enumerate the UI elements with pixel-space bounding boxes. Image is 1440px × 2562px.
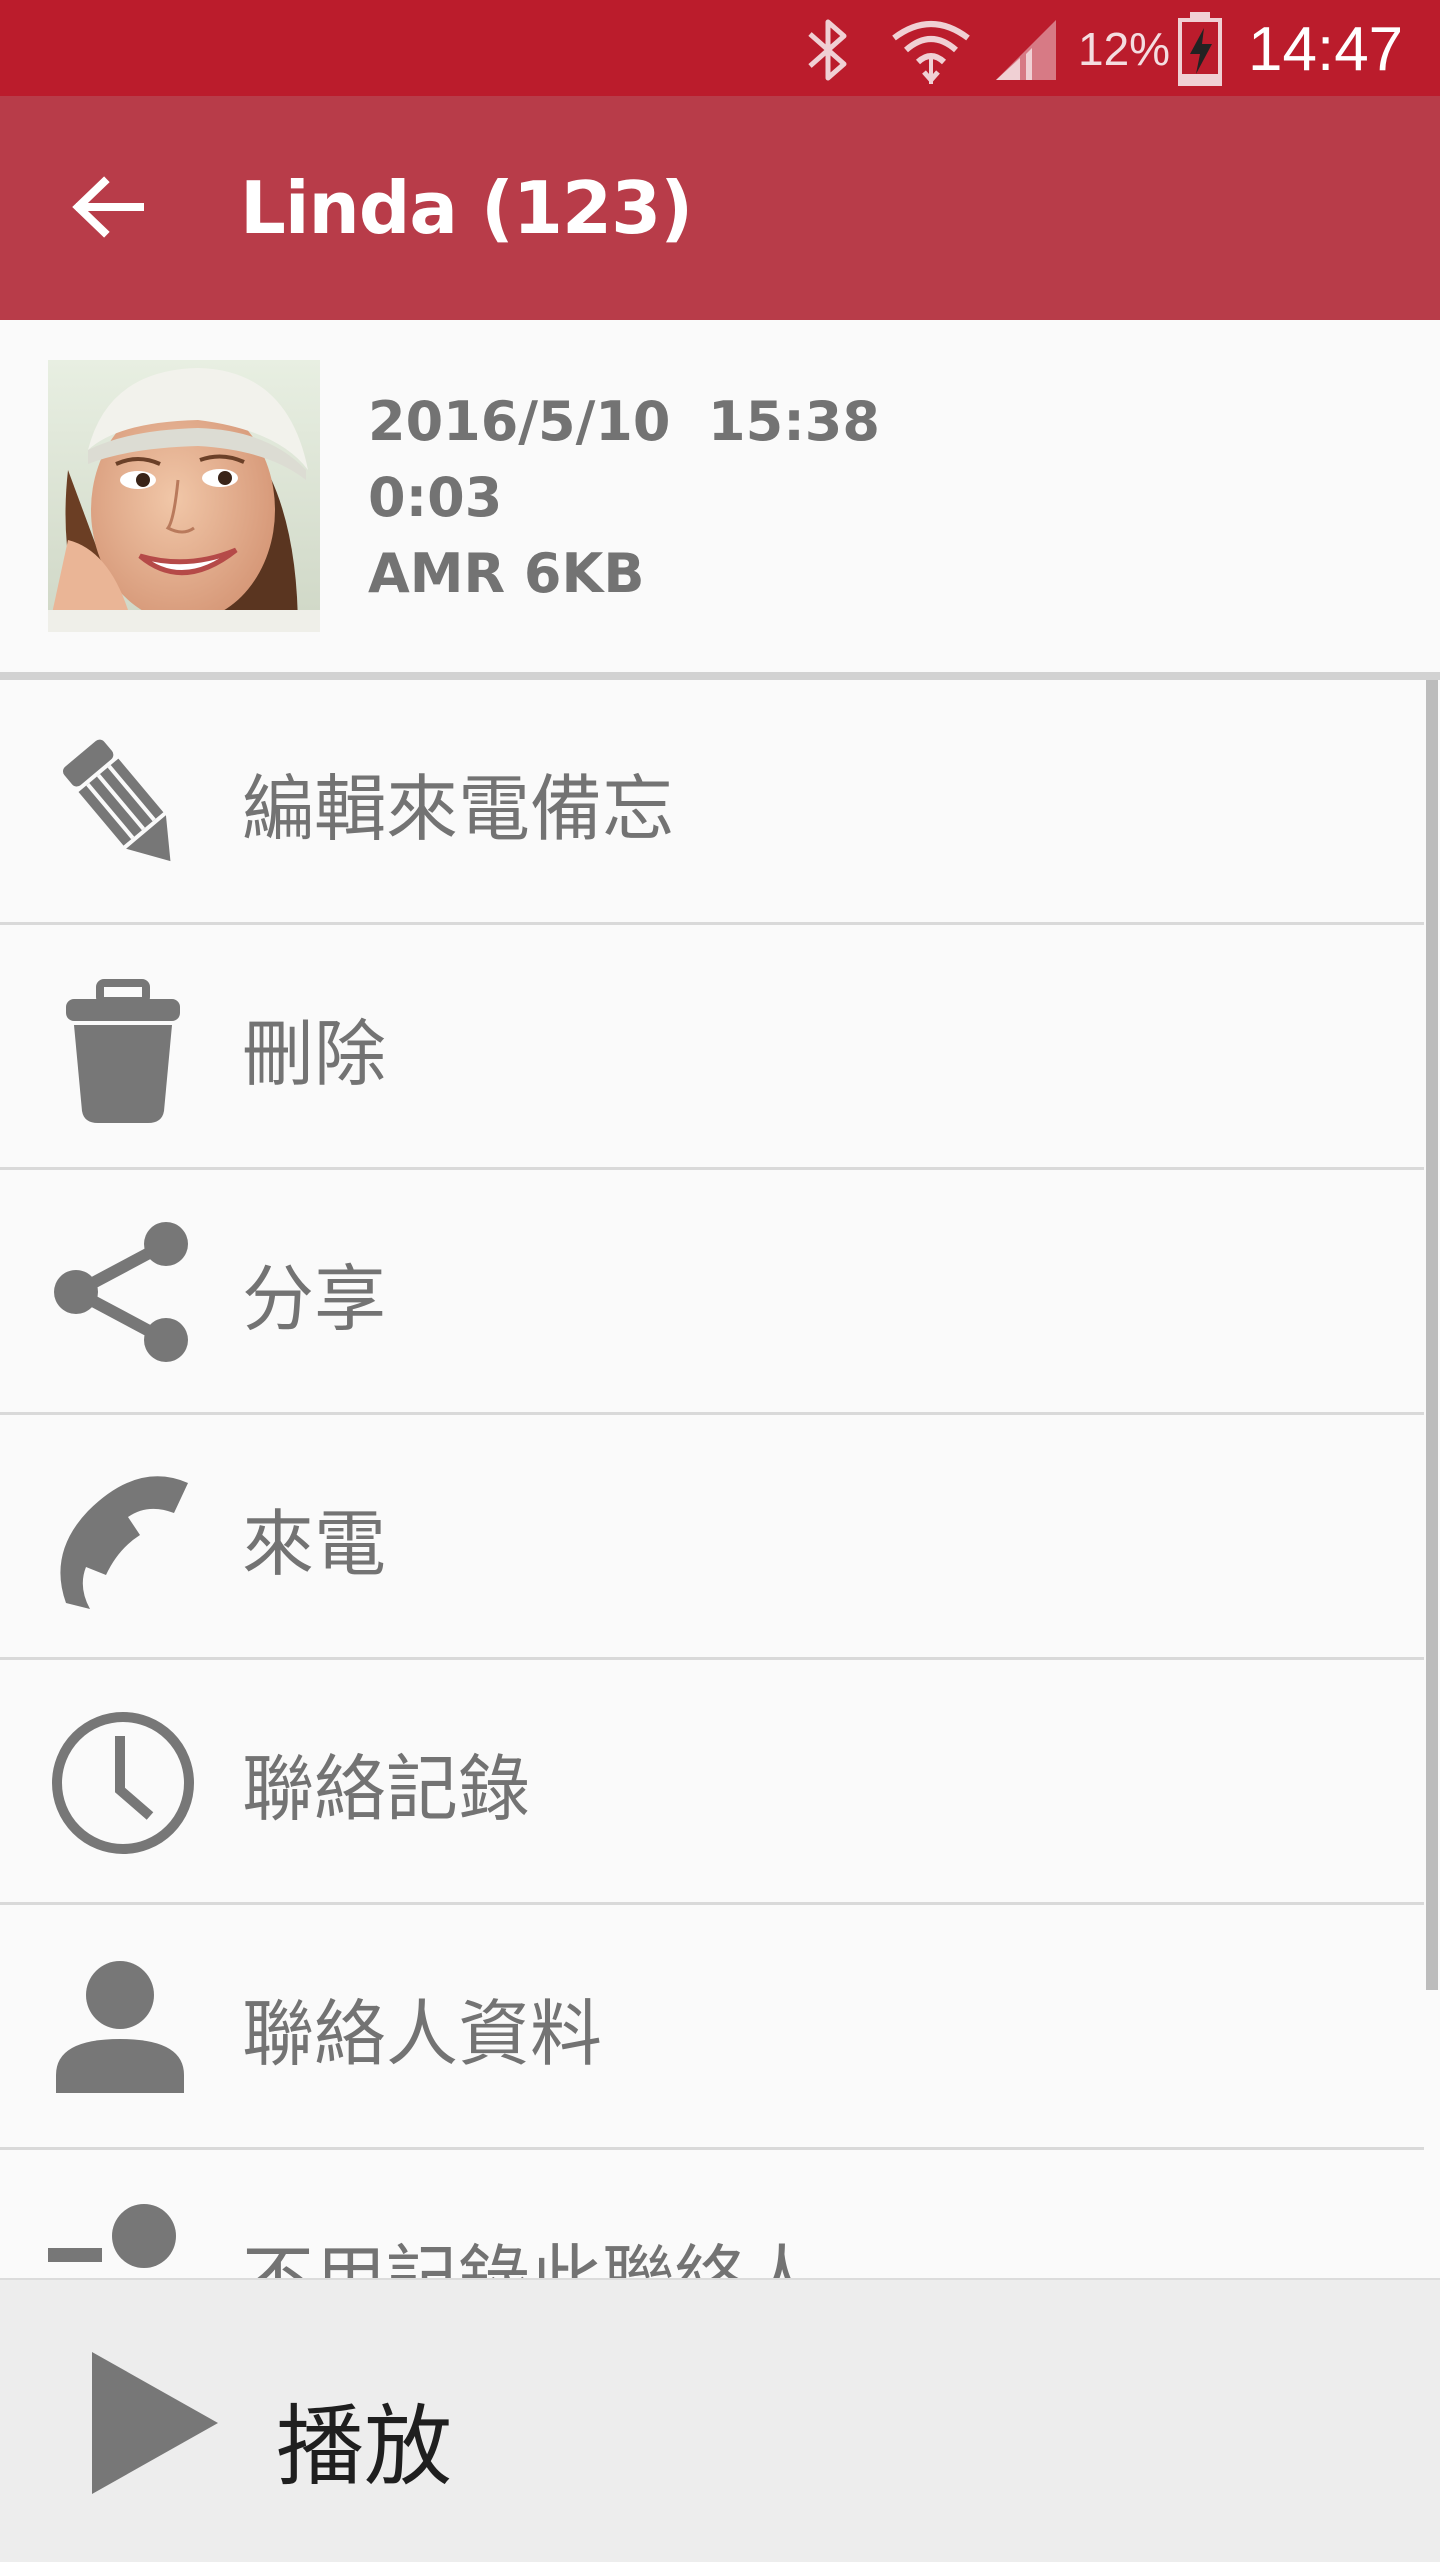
person-icon: [56, 1961, 184, 2093]
bluetooth-icon: [808, 19, 847, 81]
record-header: 2016/5/10 15:38 0:03 AMR 6KB: [0, 320, 1440, 674]
menu-item-contact-log[interactable]: 聯絡記錄: [0, 1660, 1424, 1905]
menu-item-share[interactable]: 分享: [0, 1170, 1424, 1415]
page-title: Linda (123): [240, 166, 693, 250]
status-time: 14:47: [1248, 15, 1404, 84]
battery-percent: 12%: [1078, 23, 1171, 75]
menu-item-label: 聯絡記錄: [242, 1747, 531, 1831]
trash-icon: [66, 979, 180, 1123]
signal-icon: [996, 20, 1056, 80]
menu-item-ignore-contact[interactable]: 不用記錄此聯絡人: [0, 2150, 1424, 2278]
status-bar: 12% 14:47: [0, 0, 1440, 96]
back-button[interactable]: [60, 162, 160, 252]
menu-item-delete[interactable]: 刪除: [0, 925, 1424, 1170]
menu-item-label: 不用記錄此聯絡人: [242, 2220, 818, 2278]
clock-icon: [52, 1712, 194, 1854]
menu-item-call[interactable]: 來電: [0, 1415, 1424, 1660]
menu-item-label: 刪除: [242, 1012, 387, 1096]
scrollbar[interactable]: [1426, 680, 1438, 1990]
play-label[interactable]: 播放: [276, 2376, 452, 2503]
menu-item-label: 聯絡人資料: [242, 1992, 603, 2076]
app-bar: Linda (123): [0, 96, 1440, 320]
player-bar: 播放: [0, 2278, 1440, 2562]
phone-icon: [60, 1476, 188, 1609]
action-menu: 編輯來電備忘 刪除 分享 來電 聯絡記錄 聯絡人資料: [0, 680, 1424, 2278]
menu-item-label: 分享: [242, 1257, 387, 1341]
contact-avatar: [48, 360, 320, 632]
battery-charging-icon: [1178, 12, 1222, 86]
wifi-icon: [892, 21, 970, 84]
menu-item-label: 來電: [242, 1502, 387, 1586]
menu-item-edit-memo[interactable]: 編輯來電備忘: [0, 680, 1424, 925]
play-icon: [92, 2352, 218, 2494]
record-duration: 0:03: [368, 466, 503, 529]
play-button[interactable]: [86, 2348, 226, 2498]
divider: [0, 672, 1440, 680]
pencil-icon: [62, 739, 171, 862]
record-meta: 2016/5/10 15:38 0:03 AMR 6KB: [368, 384, 880, 612]
menu-item-label: 編輯來電備忘: [242, 767, 675, 851]
share-icon: [54, 1222, 188, 1362]
menu-item-contact-info[interactable]: 聯絡人資料: [0, 1905, 1424, 2150]
record-datetime: 2016/5/10 15:38: [368, 390, 880, 453]
person-remove-icon: [48, 2204, 176, 2268]
arrow-back-icon: [72, 176, 144, 238]
record-format-size: AMR 6KB: [368, 542, 645, 605]
